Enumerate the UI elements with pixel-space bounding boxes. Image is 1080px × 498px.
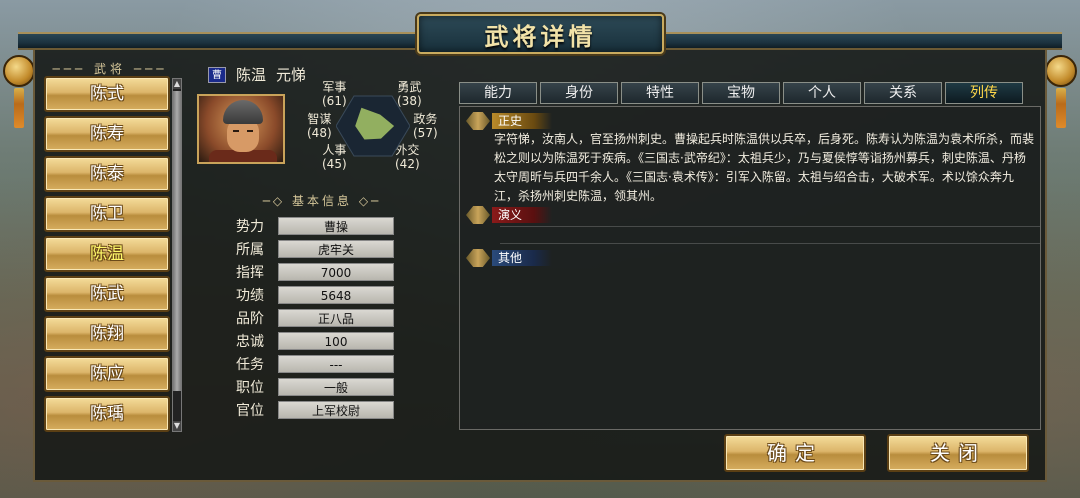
general-list-item[interactable]: 陈瑀 [44, 396, 170, 432]
expand-marker-icon [466, 206, 490, 224]
info-value: 7000 [278, 263, 394, 281]
stat-politics: 政务 (57) [413, 112, 438, 140]
divider [500, 226, 1040, 227]
list-header: ─── 武将 ─── [52, 62, 168, 76]
category-zhengshi[interactable]: 正史 [466, 112, 552, 130]
general-list-item[interactable]: 陈卫 [44, 196, 170, 232]
window-title: 武将详情 [484, 22, 597, 51]
general-list-item[interactable]: 陈泰 [44, 156, 170, 192]
category-label: 正史 [492, 113, 552, 129]
info-value: 上军校尉 [278, 401, 394, 419]
info-label: 势力 [236, 219, 264, 235]
info-value: 一般 [278, 378, 394, 396]
info-label: 职位 [236, 380, 264, 396]
tassel-left-icon [14, 88, 24, 128]
general-name-row: 曹 陈温 元悌 [208, 64, 306, 85]
divider [500, 243, 1040, 244]
info-label: 所属 [236, 242, 264, 258]
category-yanyi[interactable]: 演义 [466, 206, 552, 224]
tassel-right-icon [1056, 88, 1066, 128]
tab-0[interactable]: 能力 [459, 82, 537, 104]
tab-5[interactable]: 关系 [864, 82, 942, 104]
info-row: 所属 虎牢关 [236, 240, 394, 258]
info-value: 100 [278, 332, 394, 350]
info-row: 品阶 正八品 [236, 309, 394, 327]
info-value: 虎牢关 [278, 240, 394, 258]
basic-info-title: ─◇ 基本信息 ◇─ [262, 194, 382, 208]
info-row: 职位 一般 [236, 378, 394, 396]
info-row: 任务 --- [236, 355, 394, 373]
info-label: 忠诚 [236, 334, 264, 350]
info-value: --- [278, 355, 394, 373]
list-scrollbar[interactable]: ▲ ▼ [172, 78, 182, 432]
category-qita[interactable]: 其他 [466, 249, 552, 267]
confirm-button[interactable]: 确定 [724, 434, 866, 472]
general-list: 陈式陈寿陈泰陈卫陈温陈武陈翔陈应陈瑀 [40, 76, 182, 432]
general-list-item[interactable]: 陈式 [44, 76, 170, 112]
expand-marker-icon [466, 249, 490, 267]
detail-tabs: 能力 身份 特性 宝物 个人 关系 列传 [459, 82, 1023, 104]
info-value: 曹操 [278, 217, 394, 235]
tab-2[interactable]: 特性 [621, 82, 699, 104]
info-value: 正八品 [278, 309, 394, 327]
general-list-item[interactable]: 陈温 [44, 236, 170, 272]
info-label: 品阶 [236, 311, 264, 327]
info-row: 忠诚 100 [236, 332, 394, 350]
tab-1[interactable]: 身份 [540, 82, 618, 104]
general-portrait [197, 94, 285, 164]
window-title-plate: 武将详情 [417, 14, 664, 54]
info-row: 势力 曹操 [236, 217, 394, 235]
scroll-thumb[interactable] [173, 91, 181, 391]
scroll-up-icon[interactable]: ▲ [173, 79, 181, 89]
general-name: 陈温 [236, 66, 267, 84]
general-courtesy-name: 元悌 [276, 66, 307, 84]
category-label: 其他 [492, 250, 552, 266]
expand-marker-icon [466, 112, 490, 130]
tab-3[interactable]: 宝物 [702, 82, 780, 104]
general-list-item[interactable]: 陈武 [44, 276, 170, 312]
info-label: 官位 [236, 403, 264, 419]
info-row: 功绩 5648 [236, 286, 394, 304]
info-row: 指挥 7000 [236, 263, 394, 281]
stat-strategy: 智谋 (48) [307, 112, 332, 140]
info-label: 任务 [236, 357, 264, 373]
stats-hexagon-chart [336, 95, 410, 157]
info-row: 官位 上军校尉 [236, 401, 394, 419]
faction-badge: 曹 [208, 66, 226, 83]
rail-ornament-right-icon [1045, 55, 1077, 87]
rail-ornament-left-icon [3, 55, 35, 87]
info-value: 5648 [278, 286, 394, 304]
tab-6[interactable]: 列传 [945, 82, 1023, 104]
zhengshi-text: 字符悌，汝南人，官至扬州刺史。曹操起兵时陈温供以兵卒，后身死。陈寿认为陈温为袁术… [494, 132, 1035, 203]
category-label: 演义 [492, 207, 552, 223]
general-list-item[interactable]: 陈应 [44, 356, 170, 392]
close-button[interactable]: 关闭 [887, 434, 1029, 472]
tab-4[interactable]: 个人 [783, 82, 861, 104]
scroll-down-icon[interactable]: ▼ [173, 421, 181, 431]
general-list-item[interactable]: 陈寿 [44, 116, 170, 152]
info-label: 功绩 [236, 288, 264, 304]
info-label: 指挥 [236, 265, 264, 281]
general-list-item[interactable]: 陈翔 [44, 316, 170, 352]
